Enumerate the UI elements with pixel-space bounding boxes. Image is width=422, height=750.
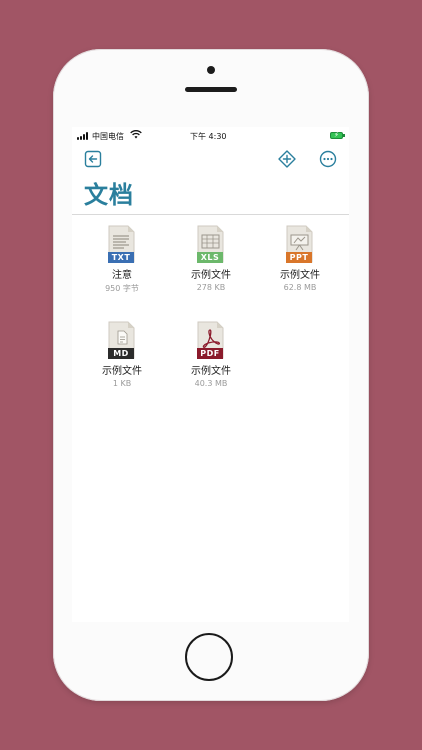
file-type-tag: PPT xyxy=(286,252,312,263)
file-size: 1 KB xyxy=(112,379,132,388)
add-file-icon[interactable] xyxy=(278,150,296,168)
file-name: 注意 xyxy=(112,270,132,281)
md-file-icon: MD xyxy=(108,321,136,359)
file-type-tag: TXT xyxy=(108,252,134,263)
back-icon[interactable] xyxy=(84,150,102,168)
carrier-label: 中国电信 xyxy=(92,132,124,141)
home-button[interactable] xyxy=(185,633,233,681)
file-item-txt[interactable]: TXT 注意 950 字节 xyxy=(82,225,162,294)
page-title: 文档 xyxy=(84,181,134,209)
pdf-file-icon: PDF xyxy=(197,321,225,359)
earpiece-speaker xyxy=(185,87,237,92)
file-name: 示例文件 xyxy=(191,366,231,377)
file-name: 示例文件 xyxy=(191,270,231,281)
app-screen: 中国电信 下午 4:30 ⚡ 文档 TXT 注意 950 字节 XLS 示例文件… xyxy=(72,127,349,622)
status-bar: 中国电信 下午 4:30 ⚡ xyxy=(72,127,349,145)
file-size: 950 字节 xyxy=(105,284,139,293)
file-name: 示例文件 xyxy=(280,270,320,281)
header-divider xyxy=(72,214,349,215)
file-type-tag: XLS xyxy=(197,252,223,263)
txt-file-icon: TXT xyxy=(108,225,136,263)
file-item-xls[interactable]: XLS 示例文件 278 KB xyxy=(171,225,251,292)
more-options-icon[interactable] xyxy=(319,150,337,168)
file-type-tag: MD xyxy=(108,348,134,359)
file-size: 278 KB xyxy=(196,283,226,292)
wifi-icon xyxy=(130,130,142,139)
file-item-md[interactable]: MD 示例文件 1 KB xyxy=(82,321,162,388)
clock-label: 下午 4:30 xyxy=(190,132,227,141)
file-type-tag: PDF xyxy=(197,348,223,359)
file-name: 示例文件 xyxy=(102,366,142,377)
signal-icon xyxy=(77,132,90,140)
ppt-file-icon: PPT xyxy=(286,225,314,263)
battery-tip xyxy=(343,134,345,137)
file-size: 40.3 MB xyxy=(194,379,228,388)
front-camera xyxy=(207,66,215,74)
charging-icon: ⚡ xyxy=(334,131,339,139)
xls-file-icon: XLS xyxy=(197,225,225,263)
file-size: 62.8 MB xyxy=(283,283,317,292)
file-item-pdf[interactable]: PDF 示例文件 40.3 MB xyxy=(171,321,251,388)
file-item-ppt[interactable]: PPT 示例文件 62.8 MB xyxy=(260,225,340,292)
